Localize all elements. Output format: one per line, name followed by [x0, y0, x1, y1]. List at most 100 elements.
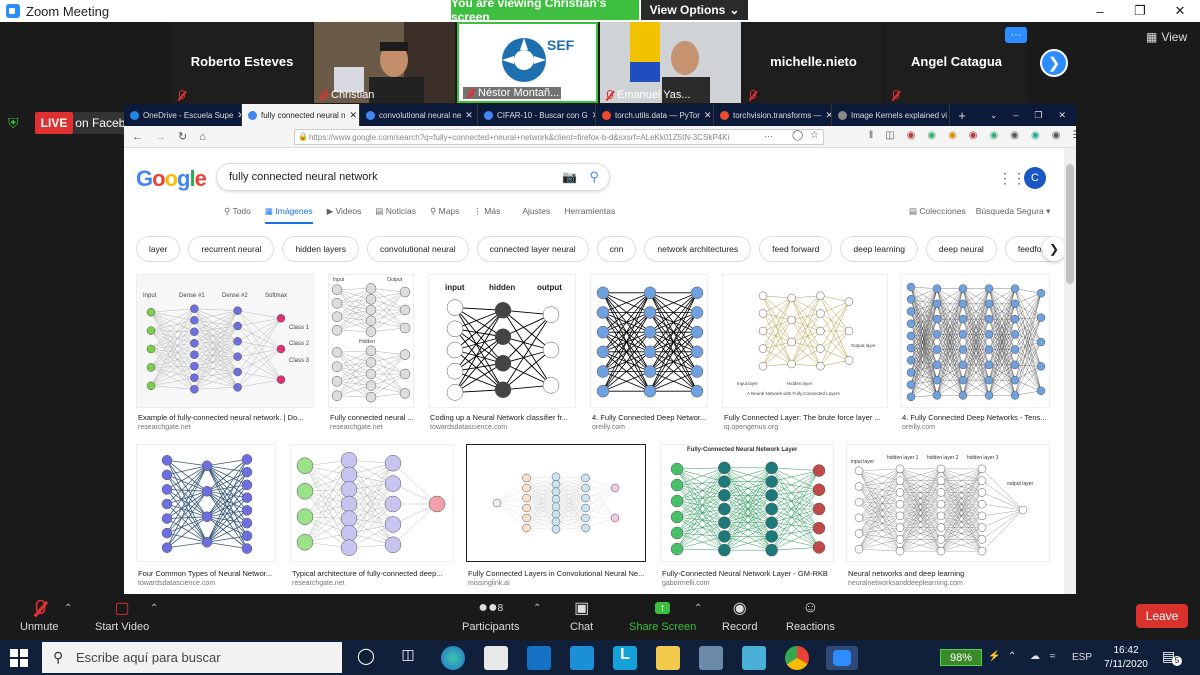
chips-next-button[interactable]: ❯	[1042, 237, 1066, 261]
tab-all[interactable]: ⚲ Todo	[224, 206, 251, 224]
tab-news[interactable]: ▤ Noticias	[375, 206, 416, 224]
more-options-button[interactable]: ···	[1005, 27, 1027, 43]
library-icon[interactable]: ‖	[869, 130, 873, 141]
maximize-button[interactable]: ❐	[1120, 0, 1160, 22]
chat-button[interactable]: ▣ Chat	[570, 598, 593, 633]
unmute-button[interactable]: Unmute	[20, 598, 59, 633]
browser-tab[interactable]: Image Kernels explained vi✕	[832, 104, 950, 126]
file-explorer-icon[interactable]	[656, 646, 680, 670]
camera-icon[interactable]: 📷	[562, 170, 577, 184]
language-indicator[interactable]: ESP	[1072, 652, 1092, 663]
start-video-button[interactable]: ▢ Start Video	[95, 598, 149, 633]
taskbar-clock[interactable]: 16:42 7/11/2020	[1094, 644, 1158, 672]
taskbar-search-input[interactable]: ⚲ Escribe aquí para buscar	[42, 642, 342, 673]
participant-tile[interactable]: michelle.nieto	[743, 22, 884, 103]
tab-maps[interactable]: ⚲ Maps	[430, 206, 459, 224]
participant-tile-active[interactable]: SEF Néstor Montañ...	[457, 22, 598, 103]
image-result[interactable]: Output layer Input layer Hidden layer A …	[722, 274, 890, 434]
new-tab-button[interactable]: +	[950, 108, 974, 123]
chrome-icon[interactable]	[785, 646, 809, 670]
apps-grid-icon[interactable]: ⋮⋮	[998, 170, 1026, 187]
tab-more[interactable]: ⋮ Más	[473, 206, 500, 224]
audio-options-caret-icon[interactable]: ⌃	[64, 603, 72, 614]
search-icon[interactable]: ⚲	[589, 169, 599, 185]
extension-icon[interactable]: ◉	[1010, 130, 1019, 141]
browser-tab[interactable]: torchvision.transforms —✕	[714, 104, 832, 126]
share-screen-button[interactable]: ↑ Share Screen	[629, 598, 696, 633]
app-l-icon[interactable]: L	[613, 646, 637, 670]
menu-icon[interactable]: ☰	[1072, 130, 1076, 141]
mail-icon[interactable]	[570, 646, 594, 670]
image-result[interactable]: Fully-Connected Neural Network Layer Ful…	[660, 444, 836, 594]
extension-icon[interactable]: ◉	[969, 130, 978, 141]
close-icon[interactable]: ✕	[1058, 110, 1066, 121]
outlook-icon[interactable]	[527, 646, 551, 670]
image-result[interactable]: Fully Connected Layers in Convolutional …	[466, 444, 648, 594]
browser-tab-active[interactable]: fully connected neural n ✕	[242, 104, 360, 126]
image-result[interactable]: input layer hidden layer 1 hidden layer …	[846, 444, 1052, 594]
chip[interactable]: connected layer neural	[476, 236, 589, 262]
image-result[interactable]: Input Dense #1 Dense #2 Softmax Class 1 …	[136, 274, 316, 434]
home-icon[interactable]: ⌂	[199, 131, 206, 143]
forward-icon[interactable]: →	[155, 131, 166, 143]
close-button[interactable]: ✕	[1160, 0, 1200, 22]
chip[interactable]: hidden layers	[282, 236, 360, 262]
notification-center-icon[interactable]: ▤ 5	[1162, 648, 1182, 668]
reactions-button[interactable]: ☺ Reactions	[786, 598, 835, 633]
close-tab-icon[interactable]: ✕	[350, 110, 358, 121]
close-tab-icon[interactable]: ✕	[704, 110, 712, 121]
tab-videos[interactable]: ▶ Videos	[327, 206, 362, 224]
image-result[interactable]: Input Output Hidden Fully connected neur…	[328, 274, 416, 434]
minimize-button[interactable]: –	[1080, 0, 1120, 22]
task-view-icon[interactable]: ◫	[396, 646, 420, 670]
page-actions-button[interactable]: ···	[764, 131, 773, 141]
wifi-icon[interactable]: ≈	[1050, 651, 1056, 662]
cortana-icon[interactable]: ◯	[354, 646, 378, 670]
extension-icon[interactable]: ◉	[907, 130, 916, 141]
app-icon[interactable]	[699, 646, 723, 670]
extension-icon[interactable]: ◉	[948, 130, 957, 141]
image-result[interactable]: input hidden output Coding up a Neural N…	[428, 274, 578, 434]
store-icon[interactable]	[484, 646, 508, 670]
edge-icon[interactable]	[441, 646, 465, 670]
close-tab-icon[interactable]: ✕	[465, 110, 473, 121]
scrollbar-thumb[interactable]	[1066, 164, 1074, 284]
pocket-icon[interactable]: ◯	[792, 130, 803, 141]
zoom-taskbar-icon[interactable]	[826, 646, 858, 670]
google-logo[interactable]: Google	[136, 166, 207, 192]
collections-button[interactable]: ▤ Colecciones	[909, 206, 966, 217]
chip[interactable]: feed forward	[759, 236, 833, 262]
image-result[interactable]: 4. Fully Connected Deep Networ... oreill…	[590, 274, 710, 434]
share-options-caret-icon[interactable]: ⌃	[694, 603, 702, 614]
tab-tools[interactable]: Herramientas	[564, 206, 615, 224]
leave-button[interactable]: Leave	[1136, 604, 1188, 628]
back-icon[interactable]: ←	[132, 131, 143, 143]
participants-caret-icon[interactable]: ⌃	[533, 603, 541, 614]
image-result[interactable]: Four Common Types of Neural Networ... to…	[136, 444, 278, 594]
extension-icon[interactable]: ◉	[1052, 130, 1061, 141]
account-avatar[interactable]: C	[1024, 167, 1046, 189]
participant-tile-video[interactable]: Christian	[314, 22, 455, 103]
chip[interactable]: deep neural	[925, 236, 997, 262]
extension-icon[interactable]: ◉	[990, 130, 999, 141]
image-result[interactable]: Typical architecture of fully-connected …	[290, 444, 456, 594]
browser-tab[interactable]: torch.utils.data — PyTor ✕	[596, 104, 714, 126]
extension-icon[interactable]: ◉	[927, 130, 936, 141]
cloud-icon[interactable]: ☁	[1030, 651, 1040, 662]
url-bar[interactable]: 🔒 https://www.google.com/search?q=fully+…	[294, 129, 824, 145]
video-options-caret-icon[interactable]: ⌃	[150, 603, 158, 614]
power-icon[interactable]: ⚡	[988, 651, 1000, 662]
battery-indicator[interactable]: 98%	[940, 649, 982, 666]
reload-icon[interactable]: ↻	[178, 130, 187, 143]
participant-tile-video[interactable]: Emanuel Yas...	[600, 22, 741, 103]
windows-start-icon[interactable]	[10, 649, 28, 667]
sidebar-icon[interactable]: ◫	[885, 130, 894, 141]
participants-button[interactable]: ●● 8 Participants	[462, 598, 519, 633]
search-input[interactable]: fully connected neural network 📷 ⚲	[216, 163, 610, 191]
tab-settings[interactable]: Ajustes	[522, 206, 550, 224]
chip[interactable]: cnn	[596, 236, 637, 262]
chip[interactable]: network architectures	[644, 236, 752, 262]
view-button[interactable]: ▦ View	[1146, 30, 1187, 44]
safe-search-button[interactable]: Búsqueda Segura ▾	[976, 206, 1051, 217]
browser-tab[interactable]: CIFAR-10 - Buscar con G✕	[478, 104, 596, 126]
